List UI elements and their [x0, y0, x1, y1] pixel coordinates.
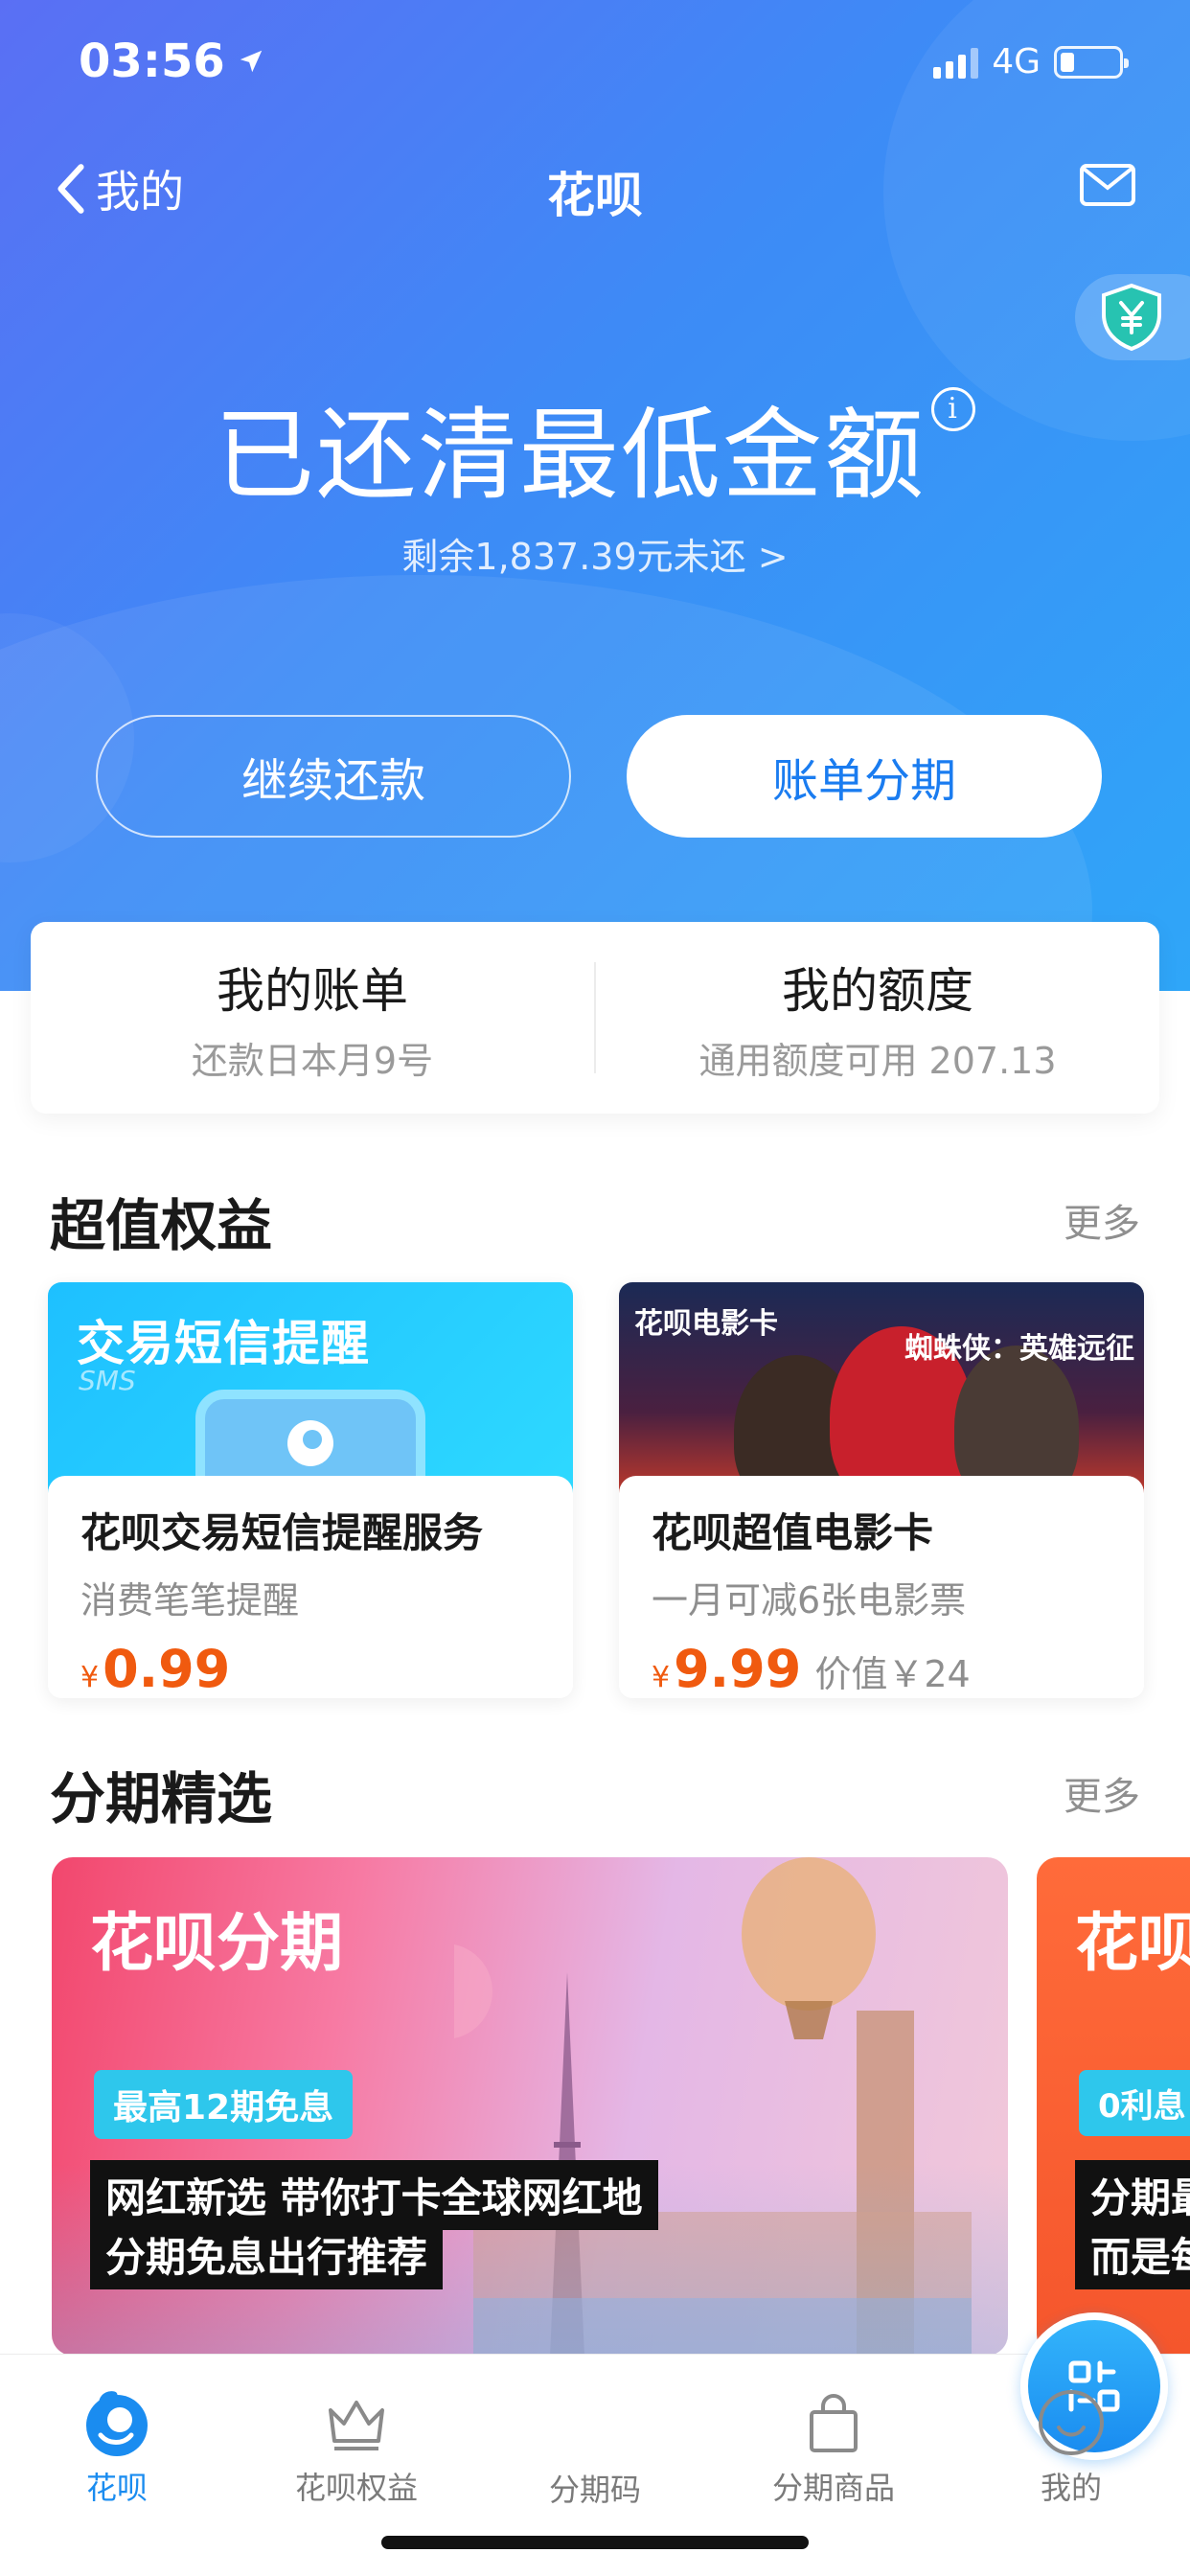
- continue-repay-button[interactable]: 继续还款: [96, 715, 571, 838]
- movie-banner-title: 花呗电影卡: [634, 1307, 778, 1341]
- smiley-icon: [1039, 2390, 1104, 2455]
- price-value: 0.99: [103, 1639, 231, 1698]
- status-right: 4G: [933, 42, 1129, 81]
- shield-yuan-icon: [1102, 283, 1161, 352]
- battery-icon: [1054, 45, 1129, 79]
- my-bill-title: 我的账单: [217, 962, 408, 1019]
- crown-icon: [329, 2401, 384, 2450]
- account-summary-card: 我的账单 还款日本月9号 我的额度 通用额度可用 207.13: [31, 922, 1159, 1114]
- info-icon[interactable]: i: [931, 387, 975, 431]
- tab-huabei[interactable]: 花呗: [21, 2387, 213, 2508]
- location-arrow-icon: [240, 50, 263, 73]
- sms-card-price: ¥ 0.99: [80, 1639, 540, 1698]
- tab-installment-goods[interactable]: 分期商品: [738, 2387, 929, 2508]
- installment-promo-card[interactable]: 花呗分期 最高12期免息 网红新选 带你打卡全球网红地 分期免息出行推荐: [52, 1857, 1008, 2356]
- shopping-bag-icon: [810, 2394, 858, 2452]
- repayment-status: 已还清最低金额 i: [0, 374, 1190, 518]
- my-quota-entry[interactable]: 我的额度 通用额度可用 207.13: [596, 922, 1159, 1114]
- signal-icon: [933, 46, 979, 79]
- tab-label: 分期商品: [771, 2470, 895, 2506]
- tab-label: 分期码: [548, 2472, 641, 2508]
- tab-mine[interactable]: 我的: [975, 2387, 1167, 2508]
- sms-card-body: 花呗交易短信提醒服务 消费笔笔提醒 ¥ 0.99: [48, 1476, 573, 1698]
- network-label: 4G: [992, 42, 1041, 81]
- home-indicator[interactable]: [381, 2536, 809, 2549]
- movie-card-banner: 花呗电影卡 蜘蛛侠：英雄远征: [619, 1282, 1144, 1508]
- promo-tag: 最高12期免息: [94, 2070, 354, 2139]
- promo-title: 花呗分期: [90, 1906, 343, 1980]
- installment-promo-card-next[interactable]: 花呗 0利息 分期最 而是每: [1037, 1857, 1190, 2356]
- huabei-logo-icon: [86, 2391, 148, 2456]
- movie-card-body: 花呗超值电影卡 一月可减6张电影票 ¥ 9.99 价值￥24: [619, 1476, 1144, 1698]
- promo-line-2: 分期免息出行推荐: [90, 2220, 444, 2289]
- price-value: 9.99: [674, 1639, 802, 1698]
- tab-huabei-benefits[interactable]: 花呗权益: [261, 2387, 452, 2508]
- benefits-more-link[interactable]: 更多: [1064, 1192, 1140, 1248]
- status-bar: 03:56 4G: [0, 0, 1190, 125]
- tab-label: 我的: [1040, 2470, 1102, 2506]
- promo-line-2: 而是每: [1075, 2220, 1190, 2289]
- my-bill-entry[interactable]: 我的账单 还款日本月9号: [31, 922, 594, 1114]
- sms-card-desc: 消费笔笔提醒: [80, 1579, 300, 1622]
- movie-card-name: 花呗超值电影卡: [652, 1509, 934, 1556]
- movie-card[interactable]: 花呗电影卡 蜘蛛侠：英雄远征 花呗超值电影卡 一月可减6张电影票 ¥ 9.99 …: [619, 1282, 1144, 1698]
- promo-tag: 0利息: [1079, 2070, 1190, 2136]
- my-quota-title: 我的额度: [782, 962, 973, 1019]
- remaining-amount-link[interactable]: 剩余1,837.39元未还 >: [0, 527, 1190, 580]
- movie-banner-sub: 蜘蛛侠：英雄远征: [904, 1332, 1134, 1366]
- status-time: 03:56: [79, 34, 265, 88]
- promo-title: 花呗: [1075, 1906, 1190, 1980]
- benefits-section-title: 超值权益: [50, 1193, 273, 1258]
- sms-service-card[interactable]: 交易短信提醒 SMS 花呗交易短信提醒服务 消费笔笔提醒 ¥ 0.99: [48, 1282, 573, 1698]
- tab-label: 花呗权益: [294, 2470, 418, 2506]
- movie-card-price: ¥ 9.99 价值￥24: [652, 1639, 1111, 1698]
- nav-bar: 我的 花呗: [0, 144, 1190, 240]
- original-value: 价值￥24: [814, 1653, 971, 1695]
- tab-label: 花呗: [85, 2470, 148, 2506]
- bill-installment-button[interactable]: 账单分期: [627, 715, 1102, 838]
- movie-card-desc: 一月可减6张电影票: [652, 1579, 967, 1622]
- sms-card-banner: 交易短信提醒 SMS: [48, 1282, 573, 1543]
- installments-more-link[interactable]: 更多: [1064, 1765, 1140, 1821]
- currency-symbol: ¥: [80, 1661, 100, 1694]
- sms-card-name: 花呗交易短信提醒服务: [80, 1509, 484, 1556]
- page-title: 花呗: [547, 168, 643, 223]
- mail-button[interactable]: [1079, 163, 1136, 211]
- installments-section-title: 分期精选: [50, 1766, 273, 1831]
- my-bill-due: 还款日本月9号: [191, 1039, 434, 1082]
- my-quota-available: 通用额度可用 207.13: [698, 1039, 1057, 1082]
- currency-symbol: ¥: [652, 1661, 671, 1694]
- mail-icon: [1080, 164, 1135, 206]
- sms-banner-sub: SMS: [79, 1365, 136, 1396]
- tab-installment-code[interactable]: 分期码: [499, 2312, 1168, 2510]
- security-badge[interactable]: [1075, 274, 1190, 360]
- hero-header: 03:56 4G 我的 花呗 已还清最低金额 i 剩余1,837.39元未还 > …: [0, 0, 1190, 991]
